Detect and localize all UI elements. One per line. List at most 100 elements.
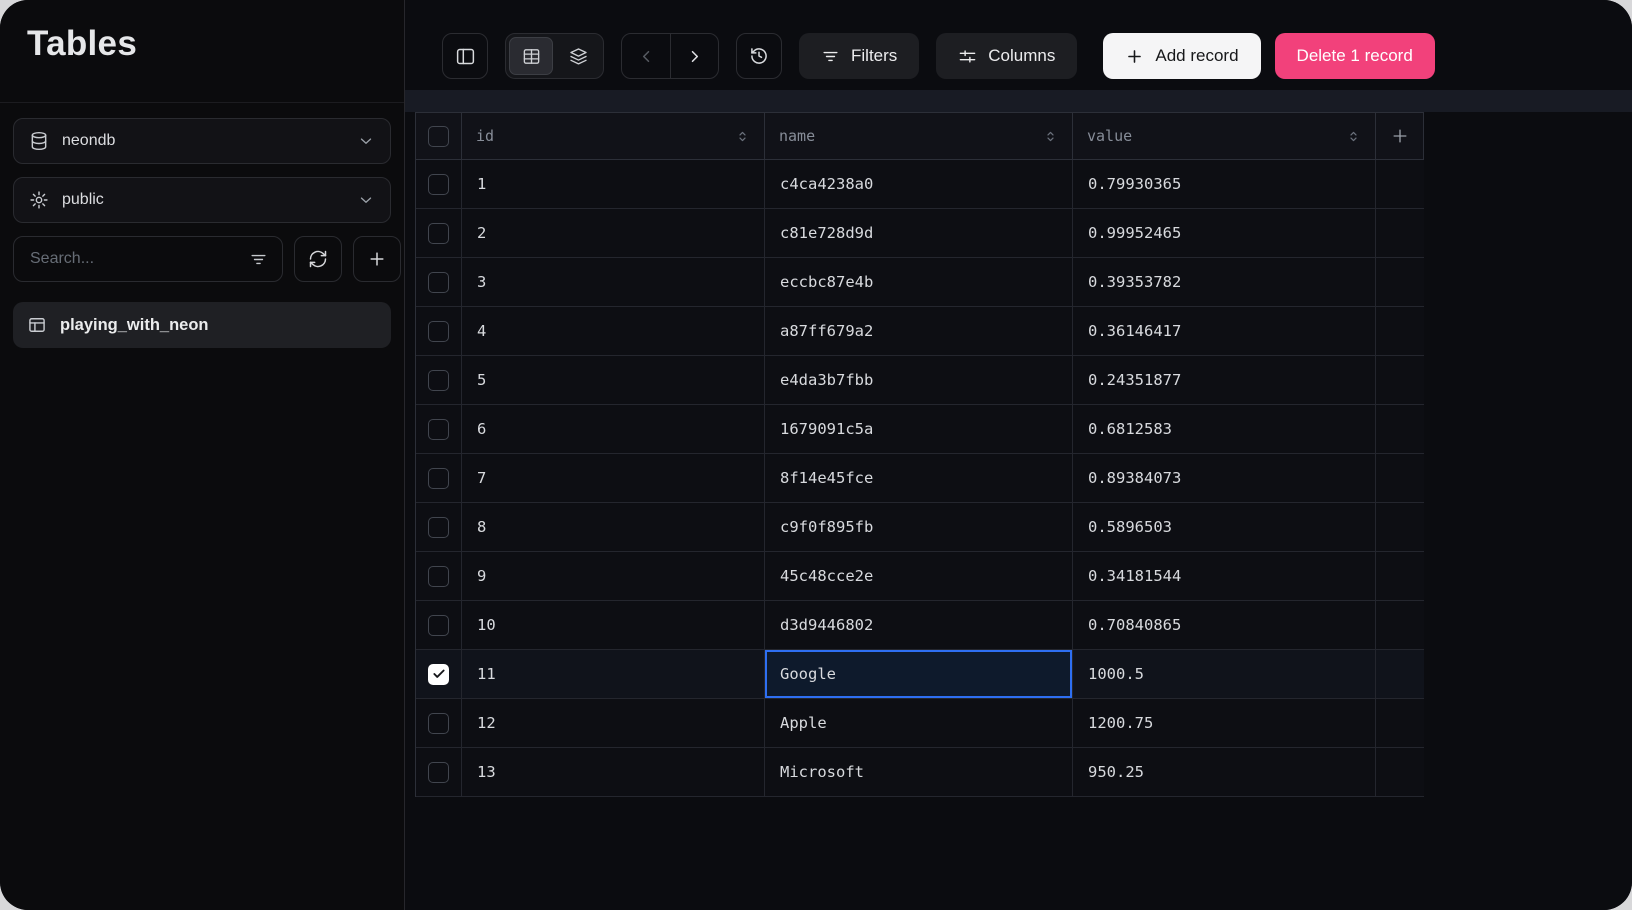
column-header-value[interactable]: value (1073, 113, 1376, 159)
row-select-cell[interactable] (416, 307, 462, 355)
cell-name[interactable]: e4da3b7fbb (765, 356, 1073, 404)
cell-id[interactable]: 5 (462, 356, 765, 404)
refresh-button[interactable] (294, 236, 342, 282)
cell-id[interactable]: 10 (462, 601, 765, 649)
cell-value[interactable]: 0.34181544 (1073, 552, 1376, 600)
row-select-cell[interactable] (416, 258, 462, 306)
sort-icon[interactable] (1346, 129, 1361, 144)
row-select-cell[interactable] (416, 552, 462, 600)
select-all-checkbox[interactable] (428, 126, 449, 147)
cell-name[interactable]: 45c48cce2e (765, 552, 1073, 600)
column-header-name[interactable]: name (765, 113, 1073, 159)
cell-id[interactable]: 8 (462, 503, 765, 551)
column-header-id[interactable]: id (462, 113, 765, 159)
cell-name[interactable]: Apple (765, 699, 1073, 747)
cell-id[interactable]: 12 (462, 699, 765, 747)
row-checkbox[interactable] (428, 321, 449, 342)
table-row: 10d3d94468020.70840865 (416, 601, 1424, 650)
cell-name[interactable]: c81e728d9d (765, 209, 1073, 257)
layers-view-button[interactable] (556, 37, 600, 75)
row-checkbox[interactable] (428, 370, 449, 391)
select-all-cell[interactable] (416, 113, 462, 159)
search-input[interactable] (28, 249, 239, 269)
sort-icon[interactable] (1043, 129, 1058, 144)
row-select-cell[interactable] (416, 503, 462, 551)
back-button[interactable] (622, 34, 670, 78)
add-table-button[interactable] (353, 236, 401, 282)
row-checkbox[interactable] (428, 517, 449, 538)
table-header: id name value (416, 112, 1424, 160)
filters-button[interactable]: Filters (799, 33, 919, 79)
row-checkbox[interactable] (428, 664, 449, 685)
row-select-cell[interactable] (416, 405, 462, 453)
cell-value[interactable]: 0.6812583 (1073, 405, 1376, 453)
cell-value[interactable]: 1000.5 (1073, 650, 1376, 698)
table-row: 945c48cce2e0.34181544 (416, 552, 1424, 601)
cell-id[interactable]: 7 (462, 454, 765, 502)
cell-name[interactable]: c4ca4238a0 (765, 160, 1073, 208)
cell-value[interactable]: 0.79930365 (1073, 160, 1376, 208)
forward-button[interactable] (670, 34, 718, 78)
history-button[interactable] (736, 33, 782, 79)
sidebar-toggle-button[interactable] (442, 33, 488, 79)
cell-value[interactable]: 950.25 (1073, 748, 1376, 796)
cell-value[interactable]: 0.70840865 (1073, 601, 1376, 649)
schema-select[interactable]: public (13, 177, 391, 223)
cell-name[interactable]: 8f14e45fce (765, 454, 1073, 502)
cell-value[interactable]: 0.99952465 (1073, 209, 1376, 257)
cell-id[interactable]: 11 (462, 650, 765, 698)
table-view-button[interactable] (509, 37, 553, 75)
row-select-cell[interactable] (416, 601, 462, 649)
schema-icon (29, 190, 49, 210)
cell-id[interactable]: 9 (462, 552, 765, 600)
row-checkbox[interactable] (428, 468, 449, 489)
cell-name[interactable]: Microsoft (765, 748, 1073, 796)
row-select-cell[interactable] (416, 160, 462, 208)
cell-id[interactable]: 2 (462, 209, 765, 257)
row-checkbox[interactable] (428, 566, 449, 587)
chevron-down-icon (357, 132, 375, 150)
add-record-button[interactable]: Add record (1103, 33, 1260, 79)
sort-icon[interactable] (735, 129, 750, 144)
row-checkbox[interactable] (428, 223, 449, 244)
schema-select-value: public (62, 191, 104, 209)
cell-id[interactable]: 4 (462, 307, 765, 355)
columns-button[interactable]: Columns (936, 33, 1077, 79)
add-record-button-label: Add record (1155, 46, 1238, 66)
cell-id[interactable]: 6 (462, 405, 765, 453)
row-checkbox[interactable] (428, 272, 449, 293)
cell-id[interactable]: 13 (462, 748, 765, 796)
row-checkbox[interactable] (428, 174, 449, 195)
cell-value[interactable]: 1200.75 (1073, 699, 1376, 747)
row-select-cell[interactable] (416, 650, 462, 698)
database-select[interactable]: neondb (13, 118, 391, 164)
row-checkbox[interactable] (428, 419, 449, 440)
row-select-cell[interactable] (416, 454, 462, 502)
cell-name[interactable]: 1679091c5a (765, 405, 1073, 453)
search-box[interactable] (13, 236, 283, 282)
delete-record-button[interactable]: Delete 1 record (1275, 33, 1435, 79)
cell-id[interactable]: 1 (462, 160, 765, 208)
cell-name[interactable]: Google (765, 650, 1073, 698)
row-select-cell[interactable] (416, 748, 462, 796)
cell-value[interactable]: 0.36146417 (1073, 307, 1376, 355)
row-select-cell[interactable] (416, 699, 462, 747)
cell-id[interactable]: 3 (462, 258, 765, 306)
cell-name[interactable]: eccbc87e4b (765, 258, 1073, 306)
column-header-label: value (1087, 127, 1132, 145)
cell-name[interactable]: d3d9446802 (765, 601, 1073, 649)
row-checkbox[interactable] (428, 762, 449, 783)
cell-name[interactable]: c9f0f895fb (765, 503, 1073, 551)
row-select-cell[interactable] (416, 356, 462, 404)
cell-value[interactable]: 0.89384073 (1073, 454, 1376, 502)
row-select-cell[interactable] (416, 209, 462, 257)
sidebar-item-playing_with_neon[interactable]: playing_with_neon (13, 302, 391, 348)
cell-value[interactable]: 0.24351877 (1073, 356, 1376, 404)
row-checkbox[interactable] (428, 713, 449, 734)
database-icon (29, 131, 49, 151)
add-column-button[interactable] (1376, 113, 1424, 159)
cell-value[interactable]: 0.5896503 (1073, 503, 1376, 551)
row-checkbox[interactable] (428, 615, 449, 636)
cell-value[interactable]: 0.39353782 (1073, 258, 1376, 306)
cell-name[interactable]: a87ff679a2 (765, 307, 1073, 355)
